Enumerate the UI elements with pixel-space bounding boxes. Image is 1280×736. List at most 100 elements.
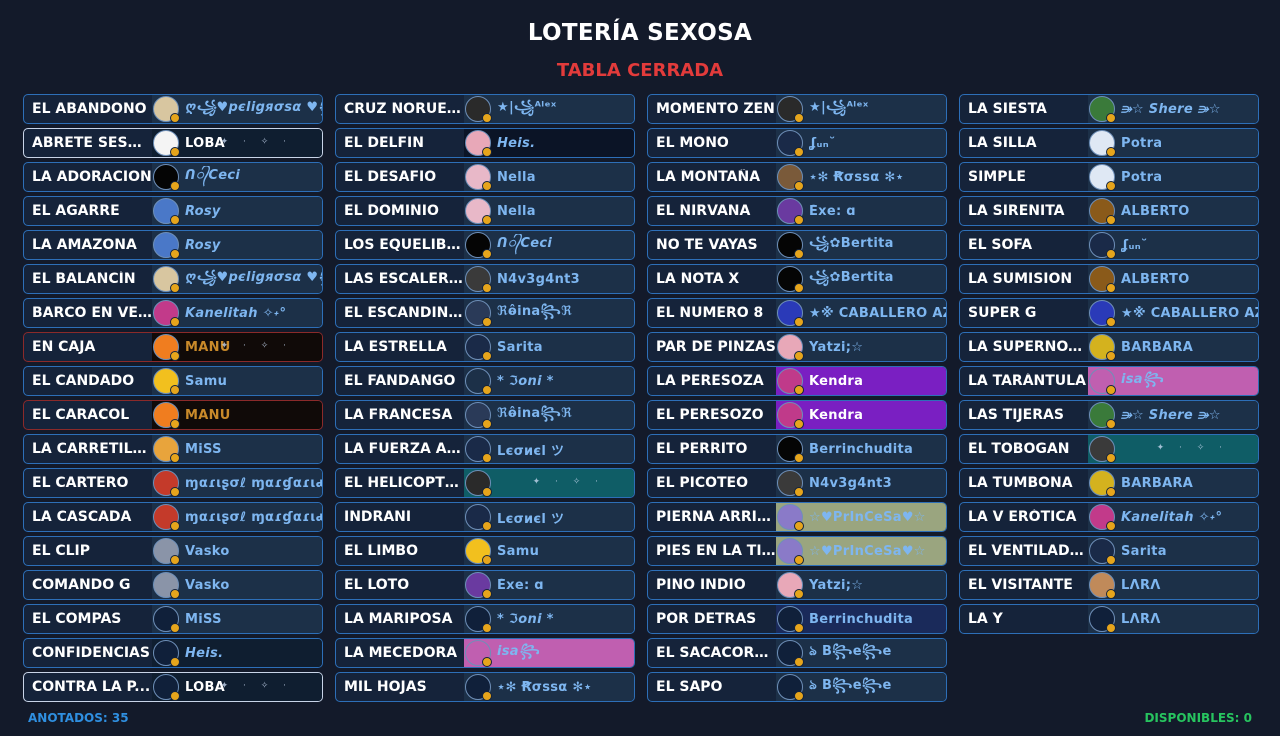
card-row[interactable]: EL FANDANGO * ℑoni * [335, 366, 635, 396]
card-name: LA Y [968, 611, 1003, 627]
card-player: ℜⱺ̂ina꧂ℜ [464, 401, 634, 429]
card-row[interactable]: EL PERRITO Berrinchudita [647, 434, 947, 464]
card-player: Sarita [464, 333, 634, 361]
verified-badge-icon [1106, 419, 1116, 429]
card-name: LA MECEDORA [344, 645, 458, 661]
card-player: Potra [1088, 163, 1258, 191]
card-row[interactable]: EL CLIP Vasko [23, 536, 323, 566]
verified-badge-icon [170, 351, 180, 361]
card-name: EL SACACORC... [656, 645, 776, 661]
verified-badge-icon [170, 317, 180, 327]
card-row[interactable]: INDRANI Lєσиєl ツ [335, 502, 635, 532]
player-name: ALBERTO [1121, 203, 1190, 219]
card-row[interactable]: MIL HOJAS ⋆✻ Ꞧσѕѕα ✻⋆ [335, 672, 635, 702]
card-row[interactable]: EL NUMERO 8 ★※ CABALLERO AZUL [647, 298, 947, 328]
card-row[interactable]: CONTRA LA P... LOBA ✦ · ✧ · [23, 672, 323, 702]
card-player: N4v3g4nt3 [464, 265, 634, 293]
card-row[interactable]: EL VENTILADOR Sarita [959, 536, 1259, 566]
card-row[interactable]: EL ABANDONO ღ꧁♥pєligяσѕα ♥꧂ღ [23, 94, 323, 124]
verified-badge-icon [170, 623, 180, 633]
card-row[interactable]: SUPER G ★※ CABALLERO AZUL [959, 298, 1259, 328]
card-row[interactable]: SIMPLE Potra [959, 162, 1259, 192]
card-row[interactable]: EL BALANCÍN ღ꧁♥pєligяσѕα ♥꧂ღ [23, 264, 323, 294]
card-row[interactable]: NO TE VAYAS ꧁✿Bertita [647, 230, 947, 260]
avatar [153, 164, 180, 191]
player-name: ℜⱺ̂ina꧂ℜ [497, 405, 572, 421]
card-player: MiSS [152, 435, 322, 463]
card-row[interactable]: COMANDO G Vasko [23, 570, 323, 600]
card-row[interactable]: EL SAPO ঌ B꧂e꧂e [647, 672, 947, 702]
card-row[interactable]: LA SIESTA ⭄☆ Shere ⭄☆ [959, 94, 1259, 124]
card-row[interactable]: EN CAJA MANU ✦ · ✧ · [23, 332, 323, 362]
card-row[interactable]: LA ESTRELLA Sarita [335, 332, 635, 362]
card-row[interactable]: EL PERESOZO Kendra [647, 400, 947, 430]
avatar [465, 640, 492, 667]
card-row[interactable]: LA ADORACION ᑎ᭄Ceci [23, 162, 323, 192]
card-row[interactable]: PIES EN LA TIE... ☆♥PrInCeSa♥☆ [647, 536, 947, 566]
player-name: ★|꧁ᴬˡᵉˣ [497, 99, 557, 115]
card-row[interactable]: LA MONTAÑA ⋆✻ Ꞧσѕѕα ✻⋆ [647, 162, 947, 192]
card-row[interactable]: EL LOTO Ěxe: ɑ [335, 570, 635, 600]
card-row[interactable]: LA V ERÓTICA Kanelitah ✧˖° [959, 502, 1259, 532]
card-row[interactable]: PIERNA ARRIBA ☆♥PrInCeSa♥☆ [647, 502, 947, 532]
card-row[interactable]: LA PERESOZA Kendra [647, 366, 947, 396]
card-row[interactable]: EL VISITANTE LΛRΛ [959, 570, 1259, 600]
card-row[interactable]: LA SILLA Potra [959, 128, 1259, 158]
player-name: Lєσиєl ツ [497, 511, 565, 527]
card-row[interactable]: EL DELFIN Heis. [335, 128, 635, 158]
avatar [153, 300, 180, 327]
verified-badge-icon [482, 181, 492, 191]
card-row[interactable]: LA Y LΛRΛ [959, 604, 1259, 634]
verified-badge-icon [170, 589, 180, 599]
card-row[interactable]: LA SUPERNOVA BARBARA [959, 332, 1259, 362]
card-row[interactable]: ABRETE SESA... LOBA ✦ · ✧ · [23, 128, 323, 158]
card-row[interactable]: LA NOTA X ꧁✿Bertita [647, 264, 947, 294]
card-row[interactable]: LA MARIPOSA * ℑoni * [335, 604, 635, 634]
card-row[interactable]: PINO INDIO Yatzi;☆ [647, 570, 947, 600]
card-name: LA ESTRELLA [344, 339, 447, 355]
card-row[interactable]: EL ESCANDINA... ℜⱺ̂ina꧂ℜ [335, 298, 635, 328]
card-row[interactable]: EL DOMINIO Nella [335, 196, 635, 226]
card-row[interactable]: CONFIDENCIAS Heis. [23, 638, 323, 668]
player-name: ꧁✿Bertita [809, 235, 894, 251]
card-row[interactable]: LA SUMISION ALBERTO [959, 264, 1259, 294]
card-player: ★※ CABALLERO AZUL [1088, 299, 1258, 327]
card-row[interactable]: PAR DE PINZAS Yatzi;☆ [647, 332, 947, 362]
card-name: LA FRANCESA [344, 407, 453, 423]
card-row[interactable]: LA FRANCESA ℜⱺ̂ina꧂ℜ [335, 400, 635, 430]
card-row[interactable]: EL CARTERO ɱαɾιʂσℓ ɱαɾɠαɾιԃα [23, 468, 323, 498]
card-row[interactable]: LA TUMBONA BARBARA [959, 468, 1259, 498]
card-row[interactable]: LA FUERZA AE... Lєσиєl ツ [335, 434, 635, 464]
card-name: LA MONTAÑA [656, 169, 761, 185]
verified-badge-icon [1106, 283, 1116, 293]
card-row[interactable]: EL HELICOPTERO ✦ · ✧ · [335, 468, 635, 498]
card-row[interactable]: EL NIRVANA Ěxe: ɑ [647, 196, 947, 226]
card-row[interactable]: EL CARACOL MANU [23, 400, 323, 430]
card-row[interactable]: LA MECEDORA isa꧂ [335, 638, 635, 668]
card-row[interactable]: EL PICOTEO N4v3g4nt3 [647, 468, 947, 498]
card-row[interactable]: LA TARÁNTULA isa꧂ [959, 366, 1259, 396]
card-row[interactable]: LA SIRENITA ALBERTO [959, 196, 1259, 226]
card-row[interactable]: EL COMPAS MiSS [23, 604, 323, 634]
card-row[interactable]: EL SACACORC... ঌ B꧂e꧂e [647, 638, 947, 668]
card-row[interactable]: LAS TIJERAS ⭄☆ Shere ⭄☆ [959, 400, 1259, 430]
verified-badge-icon [482, 521, 492, 531]
avatar [153, 266, 180, 293]
card-row[interactable]: EL DESAFIO Nella [335, 162, 635, 192]
card-row[interactable]: EL CANDADO Samu [23, 366, 323, 396]
card-row[interactable]: CRUZ NORUEGA ★|꧁ᴬˡᵉˣ [335, 94, 635, 124]
card-row[interactable]: EL MONO ʆᵤₙ˘ [647, 128, 947, 158]
card-row[interactable]: MOMENTO ZEN ★|꧁ᴬˡᵉˣ [647, 94, 947, 124]
card-row[interactable]: EL LIMBO Samu [335, 536, 635, 566]
card-row[interactable]: EL TOBOGAN ✦ · ✧ · [959, 434, 1259, 464]
card-row[interactable]: EL AGARRE Rosy [23, 196, 323, 226]
card-row[interactable]: BARCO EN VELA Kanelitah ✧˖° [23, 298, 323, 328]
player-name: ☆♥PrInCeSa♥☆ [809, 509, 926, 525]
card-row[interactable]: LA CARRETILLA MiSS [23, 434, 323, 464]
card-row[interactable]: LAS ESCALERAS N4v3g4nt3 [335, 264, 635, 294]
card-row[interactable]: EL SOFA ʆᵤₙ˘ [959, 230, 1259, 260]
card-row[interactable]: POR DETRAS Berrinchudita [647, 604, 947, 634]
card-row[interactable]: LA AMAZONA Rosy [23, 230, 323, 260]
card-row[interactable]: LA CASCADA ɱαɾιʂσℓ ɱαɾɠαɾιԃα [23, 502, 323, 532]
card-row[interactable]: LOS EQUELIBRI... ᑎ᭄Ceci [335, 230, 635, 260]
